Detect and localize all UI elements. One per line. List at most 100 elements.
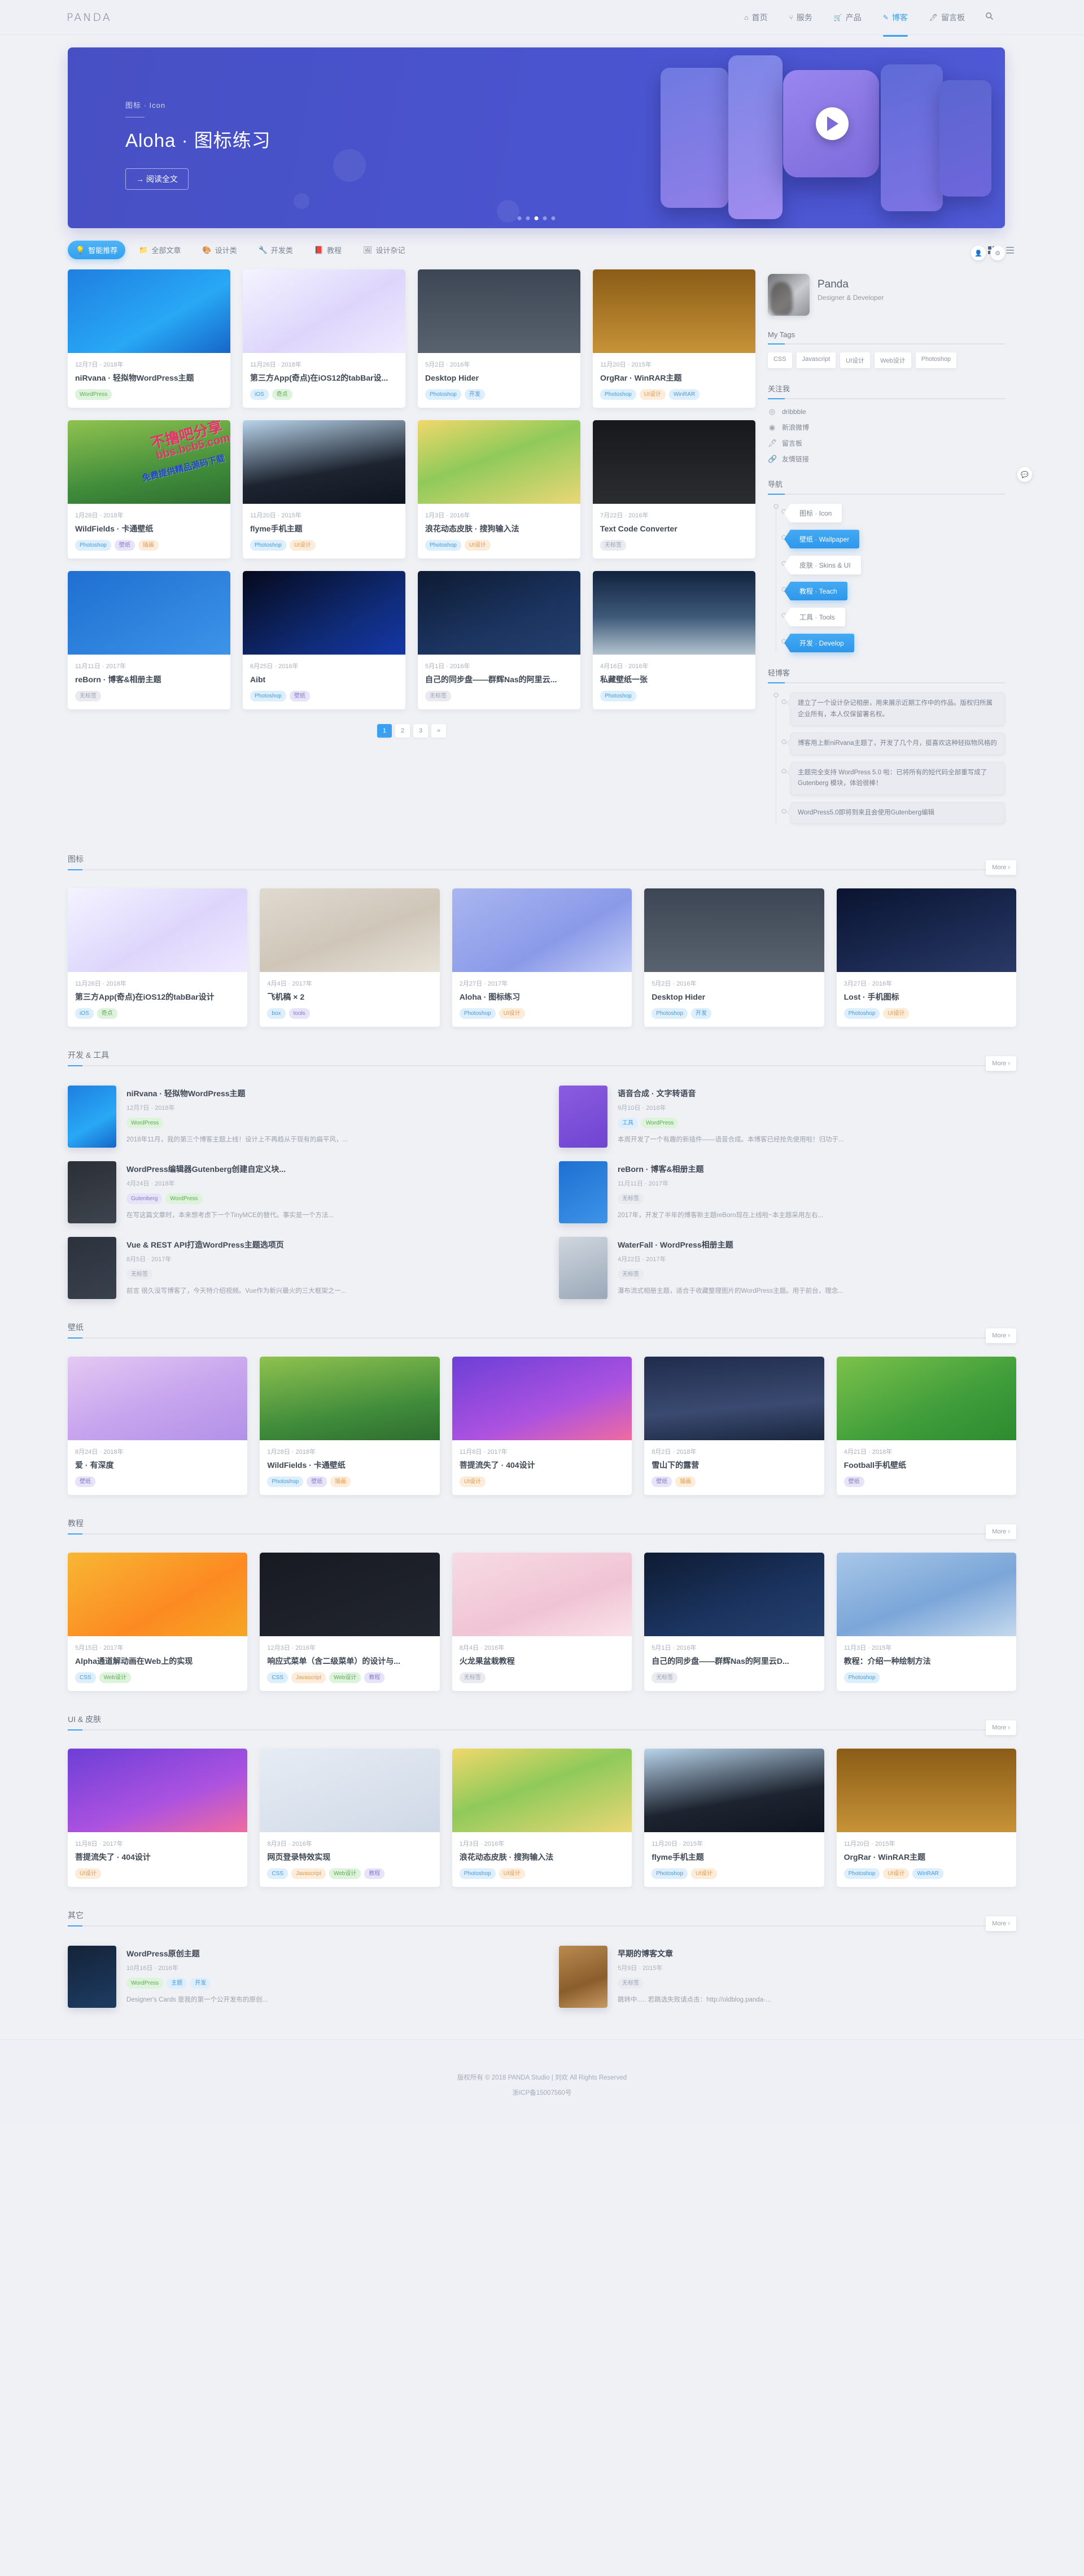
nav-item-service[interactable]: ⑂ 服务	[788, 10, 814, 25]
card-title[interactable]: 网页登录特效实现	[267, 1852, 432, 1863]
my-tag[interactable]: UI设计	[840, 352, 870, 368]
tag[interactable]: Javascript	[291, 1672, 326, 1683]
tag[interactable]: Photoshop	[600, 389, 636, 400]
card-title[interactable]: 爱 · 有深度	[75, 1460, 240, 1471]
nav-item-product[interactable]: 🛒 产品	[833, 10, 863, 25]
tag[interactable]: UI设计	[499, 1868, 525, 1879]
tag[interactable]: tools	[289, 1008, 310, 1019]
card-title[interactable]: Football手机壁纸	[844, 1460, 1009, 1471]
card-title[interactable]: 雪山下的露营	[652, 1460, 816, 1471]
tag[interactable]: 奇点	[97, 1008, 117, 1019]
follow-item[interactable]: 🔗 友情链接	[768, 454, 1005, 464]
chat-icon[interactable]: 💬	[1017, 467, 1032, 482]
article-card[interactable]: 2月27日 · 2017年 Aloha · 图标练习 PhotoshopUI设计	[452, 888, 632, 1027]
tag[interactable]: Photoshop	[460, 1008, 496, 1019]
tag[interactable]: 无标签	[425, 691, 451, 701]
tag[interactable]: Photoshop	[425, 389, 461, 400]
tag[interactable]: WordPress	[165, 1193, 202, 1204]
hero-banner[interactable]: 图标 · Icon Aloha · 图标练习 → 阅读全文	[68, 47, 1005, 228]
tag[interactable]: WordPress	[126, 1118, 163, 1128]
tag[interactable]: CSS	[267, 1672, 288, 1683]
article-card[interactable]: 1月28日 · 2018年 WildFields · 卡通壁纸 Photosho…	[68, 420, 230, 559]
article-card[interactable]: 8月2日 · 2018年 雪山下的露营 壁纸插画	[644, 1357, 824, 1495]
tag[interactable]: WordPress	[641, 1118, 678, 1128]
list-title[interactable]: 早期的博客文章	[618, 1948, 1016, 1959]
tag[interactable]: UI设计	[75, 1868, 101, 1879]
article-card[interactable]: 8月24日 · 2018年 爱 · 有深度 壁纸	[68, 1357, 247, 1495]
tag[interactable]: 壁纸	[115, 540, 135, 551]
tag[interactable]: UI设计	[465, 540, 491, 551]
article-card[interactable]: 1月3日 · 2016年 浪花动态皮肤 · 搜狗输入法 PhotoshopUI设…	[452, 1749, 632, 1887]
list-title[interactable]: WaterFall · WordPress相册主题	[618, 1239, 1016, 1250]
card-title[interactable]: 第三方App(奇点)在iOS12的tabBar设计	[75, 992, 240, 1002]
card-title[interactable]: 浪花动态皮肤 · 搜狗输入法	[460, 1852, 624, 1863]
card-title[interactable]: 第三方App(奇点)在iOS12的tabBar设...	[250, 373, 398, 383]
article-list-item[interactable]: WordPress编辑器Gutenberg创建自定义块... 4月24日 · 2…	[68, 1161, 525, 1223]
section-more-button[interactable]: More ›	[986, 1916, 1016, 1931]
article-card[interactable]: 11月11日 · 2017年 reBorn · 博客&相册主题 无标签	[68, 571, 230, 709]
tag[interactable]: 教程	[364, 1672, 384, 1683]
article-list-item[interactable]: 早期的博客文章 5月9日 · 2015年 无标签 跳转中..... 若跳选失败请…	[559, 1946, 1016, 2008]
article-card[interactable]: 11月3日 · 2015年 教程：介绍一种绘制方法 Photoshop	[837, 1553, 1016, 1691]
article-card[interactable]: 11月20日 · 2015年 flyme手机主题 PhotoshopUI设计	[243, 420, 405, 559]
list-title[interactable]: WordPress原创主题	[126, 1948, 525, 1959]
section-more-button[interactable]: More ›	[986, 1056, 1016, 1071]
hero-dot-active[interactable]	[535, 216, 539, 220]
tag[interactable]: 教程	[364, 1868, 384, 1879]
article-card[interactable]: 11月20日 · 2015年 flyme手机主题 PhotoshopUI设计	[644, 1749, 824, 1887]
tag[interactable]: Photoshop	[600, 691, 636, 701]
article-card[interactable]: 5月1日 · 2016年 自己的同步盘——群辉Nas的阿里云... 无标签	[418, 571, 580, 709]
tag[interactable]: UI设计	[290, 540, 316, 551]
tag[interactable]: Photoshop	[652, 1868, 688, 1879]
settings-icon[interactable]: ⚙	[990, 246, 1005, 260]
page-button[interactable]: 1	[377, 724, 392, 738]
tag[interactable]: Photoshop	[844, 1008, 880, 1019]
tag[interactable]: 无标签	[618, 1269, 644, 1280]
my-tag[interactable]: Photoshop	[916, 352, 957, 368]
article-card[interactable]: 5月2日 · 2016年 Desktop Hider Photoshop开发	[644, 888, 824, 1027]
card-title[interactable]: 菩提流失了 · 404设计	[460, 1460, 624, 1471]
article-card[interactable]: 11月26日 · 2018年 第三方App(奇点)在iOS12的tabBar设.…	[243, 269, 405, 408]
my-tag[interactable]: Web设计	[875, 352, 911, 368]
hero-dot[interactable]	[526, 216, 530, 220]
tag[interactable]: WinRAR	[669, 389, 700, 400]
tag[interactable]: 壁纸	[307, 1476, 327, 1487]
list-view-icon[interactable]	[1004, 245, 1016, 256]
nav-flag[interactable]: 图标 · Icon	[790, 504, 842, 522]
list-title[interactable]: WordPress编辑器Gutenberg创建自定义块...	[126, 1163, 525, 1175]
card-title[interactable]: flyme手机主题	[652, 1852, 816, 1863]
user-icon[interactable]: 👤	[971, 246, 986, 260]
follow-item[interactable]: ◎ dribbble	[768, 407, 1005, 416]
tag[interactable]: Web设计	[329, 1868, 361, 1879]
hero-dot[interactable]	[518, 216, 522, 220]
article-card[interactable]: 11月20日 · 2015年 OrgRar · WinRAR主题 Photosh…	[837, 1749, 1016, 1887]
tag[interactable]: CSS	[75, 1672, 96, 1683]
article-card[interactable]: 11月20日 · 2015年 OrgRar · WinRAR主题 Photosh…	[593, 269, 755, 408]
article-card[interactable]: 7月22日 · 2016年 Text Code Converter 无标签	[593, 420, 755, 559]
my-tag[interactable]: Javascript	[797, 352, 836, 368]
tag[interactable]: UI设计	[499, 1008, 525, 1019]
tag[interactable]: 无标签	[75, 691, 101, 701]
tag[interactable]: 奇点	[272, 389, 292, 400]
card-title[interactable]: 自己的同步盘——群辉Nas的阿里云...	[425, 674, 573, 685]
tag[interactable]: iOS	[75, 1008, 94, 1019]
card-title[interactable]: Text Code Converter	[600, 524, 748, 534]
list-title[interactable]: reBorn · 博客&相册主题	[618, 1163, 1016, 1175]
nav-flag[interactable]: 开发 · Develop	[790, 634, 854, 652]
article-card[interactable]: 5月15日 · 2017年 Alpha通道解动画在Web上的实现 CSSWeb设…	[68, 1553, 247, 1691]
article-list-item[interactable]: Vue & REST API打造WordPress主题选项页 8月5日 · 20…	[68, 1237, 525, 1299]
tag[interactable]: WordPress	[126, 1978, 163, 1989]
nav-flag[interactable]: 教程 · Teach	[790, 582, 847, 600]
tag[interactable]: 无标签	[126, 1269, 152, 1280]
article-list-item[interactable]: niRvana · 轻拟物WordPress主题 12月7日 · 2018年 W…	[68, 1086, 525, 1148]
article-card[interactable]: 5月1日 · 2016年 自己的同步盘——群辉Nas的阿里云D... 无标签	[644, 1553, 824, 1691]
nav-item-guestbook[interactable]: 🖊 留言板	[928, 10, 966, 25]
article-card[interactable]: 4月4日 · 2017年 飞机稿 × 2 boxtools	[260, 888, 439, 1027]
tag[interactable]: 壁纸	[844, 1476, 864, 1487]
article-list-item[interactable]: WordPress原创主题 10月16日 · 2016年 WordPress主题…	[68, 1946, 525, 2008]
tag[interactable]: 壁纸	[652, 1476, 672, 1487]
filter-chip-all[interactable]: 📁 全部文章	[131, 241, 189, 259]
tag[interactable]: 插画	[675, 1476, 696, 1487]
filter-chip-develop[interactable]: 🔧 开发类	[251, 241, 301, 259]
card-title[interactable]: OrgRar · WinRAR主题	[844, 1852, 1009, 1863]
